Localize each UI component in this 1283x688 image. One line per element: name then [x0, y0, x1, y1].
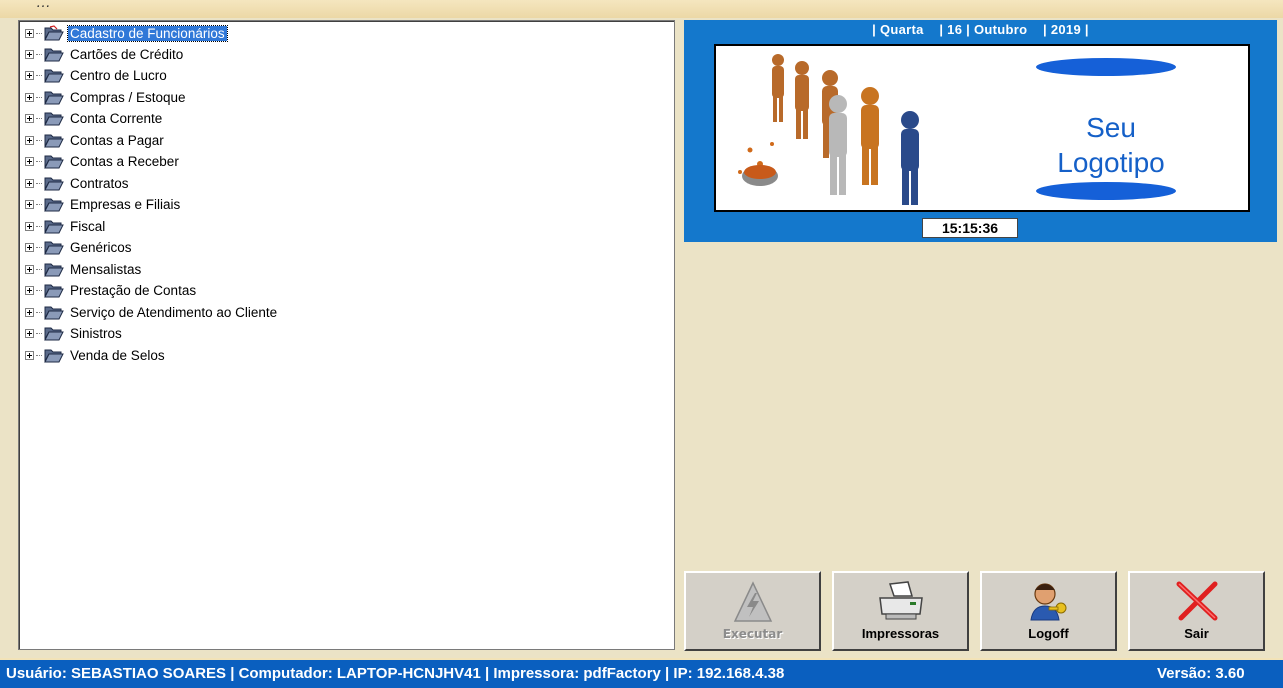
- tree-item-label: Contas a Pagar: [70, 132, 164, 148]
- tree-item-servico-atendimento[interactable]: Serviço de Atendimento ao Cliente: [25, 302, 279, 322]
- logo-box: Seu Logotipo: [714, 44, 1250, 212]
- open-folder-icon: [44, 48, 64, 62]
- executar-label: Executar: [722, 627, 783, 641]
- tree-item-cartoes-credito[interactable]: Cartões de Crédito: [25, 44, 185, 64]
- expand-icon[interactable]: [25, 113, 34, 123]
- open-folder-icon: [44, 69, 64, 83]
- expand-icon[interactable]: [25, 199, 34, 209]
- tree-item-sinistros[interactable]: Sinistros: [25, 323, 124, 343]
- date-header: | Quarta | 16 | Outubro | 2019 |: [872, 22, 1089, 37]
- open-folder-icon: [44, 284, 64, 298]
- tree-item-venda-selos[interactable]: Venda de Selos: [25, 345, 167, 365]
- open-folder-icon: [44, 198, 64, 212]
- impressoras-button[interactable]: Impressoras: [832, 571, 969, 651]
- open-folder-icon: [44, 155, 64, 169]
- red-x-icon: [1176, 581, 1217, 621]
- tree-item-compras-estoque[interactable]: Compras / Estoque: [25, 87, 188, 107]
- expand-icon[interactable]: [25, 156, 34, 166]
- user-key-icon: [1029, 583, 1066, 621]
- tree-item-prestacao-contas[interactable]: Prestação de Contas: [25, 280, 198, 300]
- clock-display: 15:15:36: [922, 218, 1018, 238]
- open-folder-icon: [44, 306, 64, 320]
- logo-ellipse-top: [1036, 58, 1176, 76]
- expand-icon[interactable]: [25, 328, 34, 338]
- expand-icon[interactable]: [25, 92, 34, 102]
- open-folder-icon: [44, 25, 64, 41]
- tree-item-fiscal[interactable]: Fiscal: [25, 216, 107, 236]
- expand-icon[interactable]: [25, 264, 34, 274]
- top-strip: …: [0, 0, 1283, 18]
- tree-item-label: Mensalistas: [70, 261, 142, 277]
- tree-item-contas-pagar[interactable]: Contas a Pagar: [25, 130, 166, 150]
- sair-label: Sair: [1184, 626, 1209, 641]
- lightning-icon: [733, 581, 772, 622]
- printer-icon: [878, 581, 923, 620]
- status-info: Usuário: SEBASTIAO SOARES | Computador: …: [6, 665, 785, 682]
- tree-item-label: Cartões de Crédito: [70, 46, 184, 62]
- tree-item-label: Serviço de Atendimento ao Cliente: [70, 304, 278, 320]
- expand-icon[interactable]: [25, 307, 34, 317]
- tree-item-contas-receber[interactable]: Contas a Receber: [25, 151, 181, 171]
- module-tree[interactable]: Cadastro de Funcionários Cartões de Créd…: [18, 20, 675, 650]
- open-folder-icon: [44, 349, 64, 363]
- expand-icon[interactable]: [25, 70, 34, 80]
- tree-item-genericos[interactable]: Genéricos: [25, 237, 134, 257]
- expand-icon[interactable]: [25, 242, 34, 252]
- logo-line2: Logotipo: [1057, 147, 1165, 178]
- logo-panel: | Quarta | 16 | Outubro | 2019 | Seu Log…: [684, 20, 1277, 242]
- tree-item-label: Compras / Estoque: [70, 89, 186, 105]
- tree-item-label: Sinistros: [70, 325, 122, 341]
- open-folder-icon: [44, 327, 64, 341]
- tree-item-label: Conta Corrente: [70, 110, 163, 126]
- expand-icon[interactable]: [25, 285, 34, 295]
- tree-item-contratos[interactable]: Contratos: [25, 173, 131, 193]
- sair-button[interactable]: Sair: [1128, 571, 1265, 651]
- open-folder-icon: [44, 263, 64, 277]
- window-title: …: [36, 0, 51, 11]
- tree-item-label: Venda de Selos: [70, 347, 165, 363]
- open-folder-icon: [44, 112, 64, 126]
- tree-item-label: Prestação de Contas: [70, 282, 197, 298]
- open-folder-icon: [44, 91, 64, 105]
- expand-icon[interactable]: [25, 178, 34, 188]
- tree-item-cadastro-funcionarios[interactable]: Cadastro de Funcionários: [25, 23, 228, 43]
- expand-icon[interactable]: [25, 28, 34, 38]
- logoff-label: Logoff: [1028, 626, 1069, 641]
- tree-item-empresas-filiais[interactable]: Empresas e Filiais: [25, 194, 182, 214]
- logo-placeholder-text: Seu Logotipo: [1016, 110, 1206, 180]
- tree-item-label: Cadastro de Funcionários: [67, 24, 228, 42]
- logo-ellipse-bottom: [1036, 182, 1176, 200]
- logoff-button[interactable]: Logoff: [980, 571, 1117, 651]
- tree-item-mensalistas[interactable]: Mensalistas: [25, 259, 143, 279]
- tree-item-label: Empresas e Filiais: [70, 196, 181, 212]
- executar-button[interactable]: Executar: [684, 571, 821, 651]
- team-illustration: [738, 54, 919, 205]
- tree-item-conta-corrente[interactable]: Conta Corrente: [25, 108, 164, 128]
- tree-item-label: Genéricos: [70, 239, 132, 255]
- expand-icon[interactable]: [25, 135, 34, 145]
- tree-item-label: Contas a Receber: [70, 153, 179, 169]
- open-folder-icon: [44, 220, 64, 234]
- tree-item-label: Contratos: [70, 175, 129, 191]
- open-folder-icon: [44, 241, 64, 255]
- logo-line1: Seu: [1086, 112, 1136, 143]
- tree-item-label: Centro de Lucro: [70, 67, 167, 83]
- open-folder-icon: [44, 134, 64, 148]
- impressoras-label: Impressoras: [861, 626, 940, 641]
- expand-icon[interactable]: [25, 221, 34, 231]
- version-label: Versão: 3.60: [1157, 665, 1245, 682]
- open-folder-icon: [44, 177, 64, 191]
- expand-icon[interactable]: [25, 49, 34, 59]
- tree-item-centro-lucro[interactable]: Centro de Lucro: [25, 65, 169, 85]
- status-bar: Usuário: SEBASTIAO SOARES | Computador: …: [0, 660, 1283, 688]
- tree-item-label: Fiscal: [70, 218, 106, 234]
- expand-icon[interactable]: [25, 350, 34, 360]
